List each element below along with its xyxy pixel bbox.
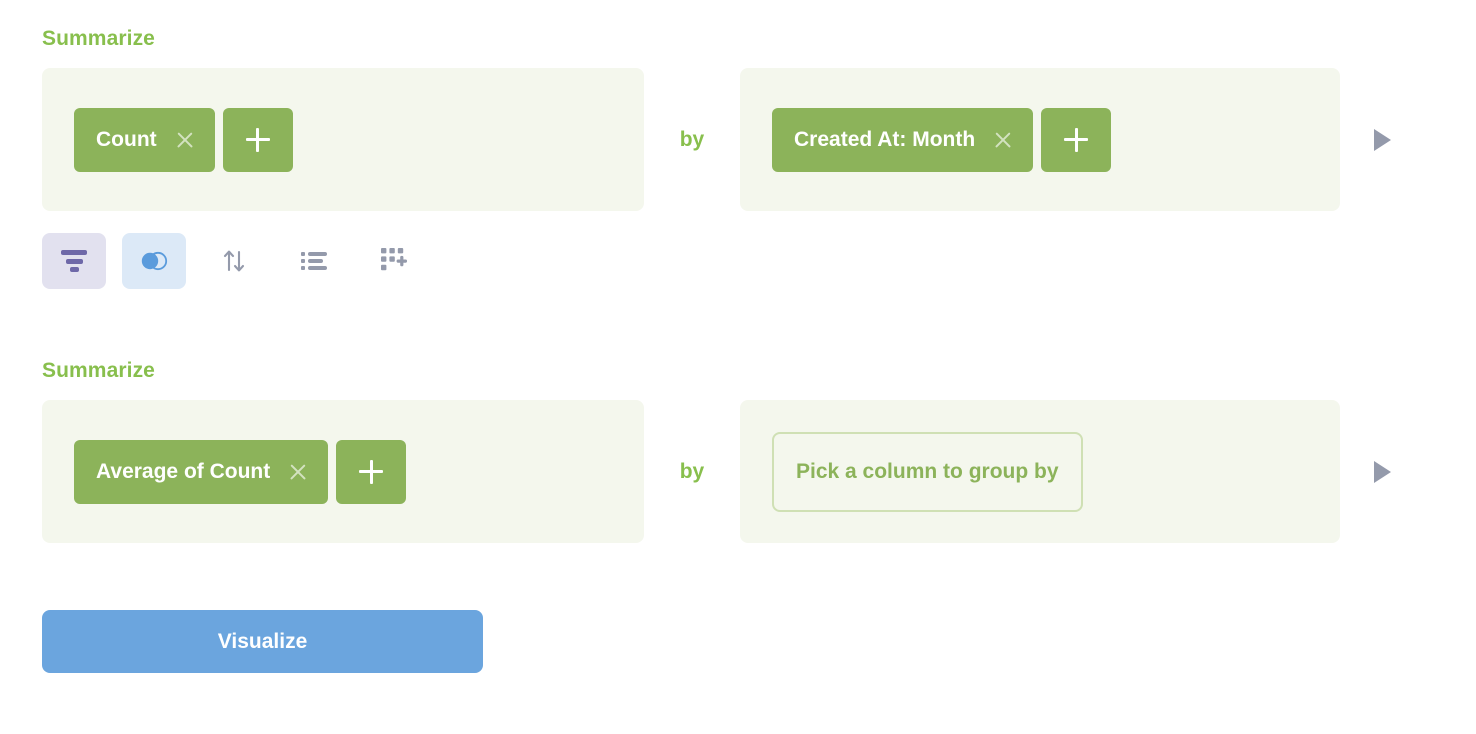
filter-button[interactable] bbox=[42, 233, 106, 289]
sort-button[interactable] bbox=[202, 233, 266, 289]
breakout-clause-box[interactable]: Created At: Month bbox=[740, 68, 1340, 211]
aggregation-pill-label: Average of Count bbox=[96, 460, 271, 483]
add-aggregation-button[interactable] bbox=[222, 107, 293, 172]
breakout-clause-box[interactable]: Pick a column to group by bbox=[740, 400, 1340, 543]
sort-arrows-icon bbox=[221, 248, 247, 274]
step-action-toolbar bbox=[42, 233, 442, 289]
summarize-step-1: Summarize Count by Created At: Month bbox=[42, 26, 1434, 211]
close-icon[interactable] bbox=[288, 462, 308, 482]
summarize-step-2: Summarize Average of Count by Pick a col… bbox=[42, 358, 1434, 543]
notebook-editor: Summarize Count by Created At: Month Sum… bbox=[0, 0, 1476, 734]
step-row: Average of Count by Pick a column to gro… bbox=[42, 400, 1434, 543]
close-icon[interactable] bbox=[993, 130, 1013, 150]
filter-icon bbox=[61, 250, 87, 272]
add-column-button[interactable] bbox=[362, 233, 426, 289]
by-label: by bbox=[679, 459, 705, 483]
visualize-button[interactable]: Visualize bbox=[42, 610, 483, 673]
close-icon[interactable] bbox=[175, 130, 195, 150]
aggregation-pill-count[interactable]: Count bbox=[74, 107, 215, 172]
list-icon bbox=[301, 251, 327, 271]
aggregation-clause-box[interactable]: Count bbox=[42, 68, 644, 211]
play-triangle-icon[interactable] bbox=[1374, 128, 1391, 151]
step-row: Count by Created At: Month bbox=[42, 68, 1434, 211]
grid-plus-icon bbox=[381, 248, 407, 274]
by-label: by bbox=[679, 127, 705, 151]
add-breakout-button[interactable] bbox=[1041, 107, 1112, 172]
add-aggregation-button[interactable] bbox=[336, 439, 407, 504]
aggregation-pill-average-of-count[interactable]: Average of Count bbox=[74, 439, 329, 504]
step-title: Summarize bbox=[42, 359, 155, 382]
aggregation-clause-box[interactable]: Average of Count bbox=[42, 400, 644, 543]
breakout-pill-label: Created At: Month bbox=[794, 128, 976, 151]
join-button[interactable] bbox=[122, 233, 186, 289]
row-limit-button[interactable] bbox=[282, 233, 346, 289]
play-triangle-icon[interactable] bbox=[1374, 460, 1391, 483]
join-venn-icon bbox=[139, 251, 169, 271]
breakout-pill-created-at[interactable]: Created At: Month bbox=[772, 107, 1034, 172]
aggregation-pill-label: Count bbox=[96, 128, 157, 151]
pick-column-to-group-by-button[interactable]: Pick a column to group by bbox=[772, 431, 1083, 512]
step-title: Summarize bbox=[42, 27, 155, 50]
